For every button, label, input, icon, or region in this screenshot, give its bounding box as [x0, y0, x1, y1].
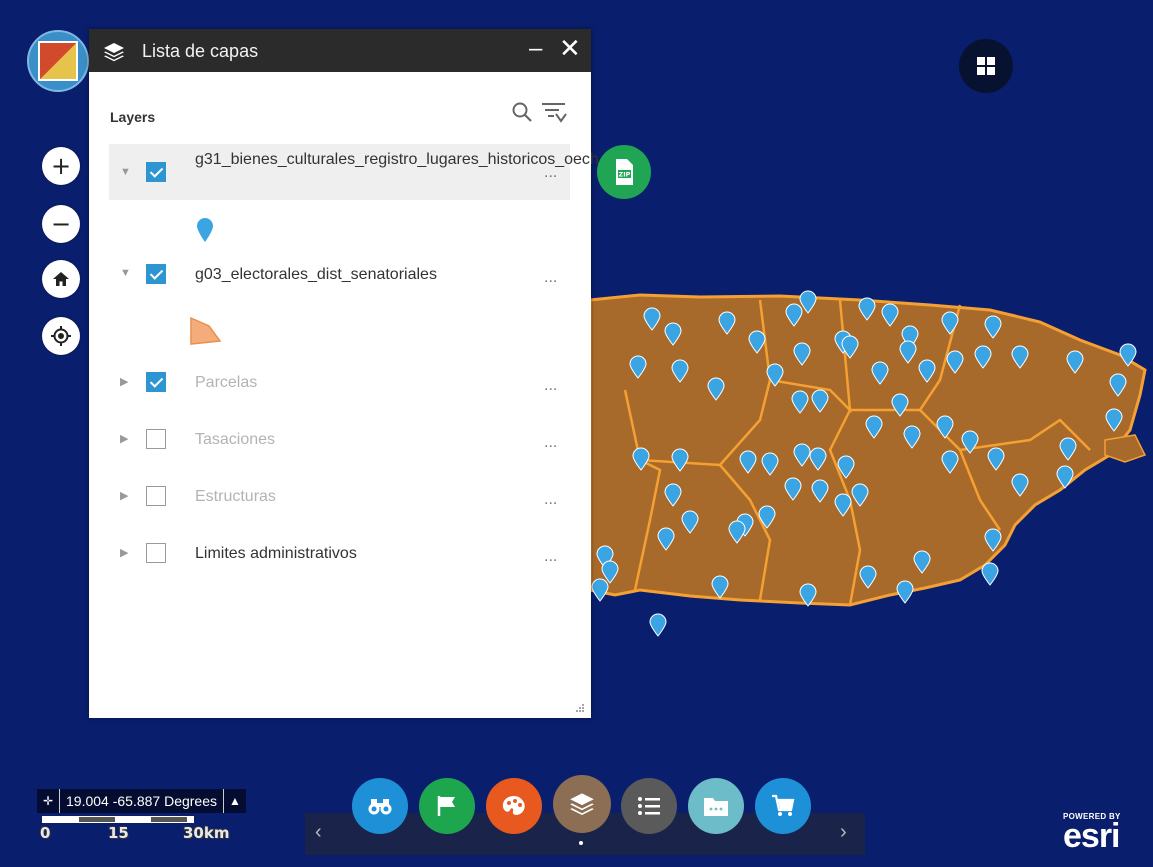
layer-name: Estructuras [195, 488, 276, 505]
minus-icon: − [50, 210, 72, 238]
layer-name: g31_bienes_culturales_registro_lugares_h… [195, 151, 599, 168]
my-location-button[interactable] [42, 317, 80, 355]
home-icon [53, 272, 69, 286]
zoom-out-button[interactable]: − [42, 205, 80, 243]
minimize-button[interactable]: – [529, 35, 542, 63]
panel-title: Lista de capas [142, 41, 259, 61]
folder-icon [704, 798, 728, 816]
layer-options-button[interactable]: ... [544, 269, 557, 287]
svg-text:ZIP: ZIP [619, 171, 631, 179]
layer-name: Parcelas [195, 374, 258, 391]
folder-button[interactable] [688, 778, 744, 834]
expand-caret-icon[interactable]: ▶ [120, 432, 128, 445]
collapse-caret-icon[interactable]: ▼ [120, 267, 131, 279]
layer-options-button[interactable]: ... [544, 377, 557, 395]
layer-name: g03_electorales_dist_senatoriales [195, 266, 437, 283]
coordinate-text: 19.004 -65.887 Degrees [66, 793, 217, 809]
map-pin-icon[interactable] [649, 613, 667, 637]
layer-checkbox[interactable] [146, 372, 166, 392]
draw-button[interactable] [486, 778, 542, 834]
chevron-left-icon[interactable]: ‹ [315, 821, 322, 844]
zip-file-icon: ZIP [616, 159, 633, 185]
panel-header[interactable]: Lista de capas – ✕ [89, 29, 591, 72]
palette-icon [502, 796, 525, 815]
crosshair-icon[interactable]: ✛ [37, 789, 60, 813]
bookmark-button[interactable] [419, 778, 475, 834]
zoom-in-button[interactable]: + [42, 147, 80, 185]
layer-name: Limites administrativos [195, 545, 357, 562]
search-icon[interactable] [511, 101, 533, 123]
layer-options-button[interactable]: ... [544, 164, 557, 182]
layer-row[interactable]: ▼ g31_bienes_culturales_registro_lugares… [109, 144, 599, 200]
scale-label: 30km [183, 824, 230, 842]
app-logo [27, 30, 89, 92]
layer-checkbox[interactable] [146, 543, 166, 563]
layers-icon [570, 793, 594, 815]
map-pin-icon[interactable] [981, 562, 999, 586]
filter-icon[interactable] [541, 101, 567, 123]
layer-row[interactable]: ▶ Parcelas ... [109, 364, 570, 404]
cart-icon [772, 794, 795, 816]
flag-icon [437, 796, 455, 816]
islet-land [1104, 434, 1147, 463]
close-button[interactable]: ✕ [559, 33, 581, 64]
scale-label: 15 [108, 824, 129, 842]
chevron-right-icon[interactable]: › [840, 821, 847, 844]
binoculars-button[interactable] [352, 778, 408, 834]
layer-row[interactable]: ▶ Tasaciones ... [109, 421, 570, 461]
chevron-up-icon[interactable]: ▲ [223, 789, 246, 813]
layer-options-button[interactable]: ... [544, 548, 557, 566]
layer-row[interactable]: ▶ Limites administrativos ... [109, 535, 570, 575]
expand-caret-icon[interactable]: ▶ [120, 489, 128, 502]
layer-checkbox[interactable] [146, 162, 166, 182]
layer-row[interactable]: ▶ Estructuras ... [109, 478, 570, 518]
point-legend-icon [197, 218, 213, 242]
esri-attribution[interactable]: POWERED BY esri [1063, 812, 1121, 855]
esri-logo: esri [1063, 817, 1120, 855]
zip-download-button[interactable]: ZIP [597, 145, 651, 199]
scale-label: 0 [40, 824, 51, 842]
layer-checkbox[interactable] [146, 264, 166, 284]
layer-checkbox[interactable] [146, 429, 166, 449]
layers-heading: Layers [110, 109, 156, 125]
layer-list-button[interactable] [553, 775, 611, 833]
layer-row[interactable]: ▼ g03_electorales_dist_senatoriales ... [109, 257, 570, 297]
binoculars-icon [368, 799, 392, 815]
resize-handle-icon[interactable] [575, 703, 585, 713]
collapse-caret-icon[interactable]: ▼ [120, 166, 131, 178]
coordinate-readout: ✛ 19.004 -65.887 Degrees ▲ [37, 789, 246, 813]
layer-options-button[interactable]: ... [544, 434, 557, 452]
layer-list-panel: Lista de capas – ✕ Layers ▼ g31_bienes_c… [89, 29, 599, 718]
scale-bar [42, 816, 194, 823]
app-launcher-button[interactable] [959, 39, 1013, 93]
cart-button[interactable] [755, 778, 811, 834]
legend-button[interactable] [621, 778, 677, 834]
layer-checkbox[interactable] [146, 486, 166, 506]
layer-options-button[interactable]: ... [544, 491, 557, 509]
active-indicator [579, 841, 583, 845]
layers-icon [104, 43, 124, 62]
map-pin-icon[interactable] [896, 580, 914, 604]
layer-name: Tasaciones [195, 431, 276, 448]
locate-icon [51, 326, 71, 346]
home-button[interactable] [42, 260, 80, 298]
expand-caret-icon[interactable]: ▶ [120, 546, 128, 559]
expand-caret-icon[interactable]: ▶ [120, 375, 128, 388]
plus-icon: + [50, 152, 72, 180]
list-icon [638, 797, 660, 815]
grid-icon [977, 57, 995, 75]
map-pin-icon[interactable] [591, 578, 609, 602]
polygon-legend-icon [190, 316, 222, 345]
logo-mark [38, 41, 78, 81]
